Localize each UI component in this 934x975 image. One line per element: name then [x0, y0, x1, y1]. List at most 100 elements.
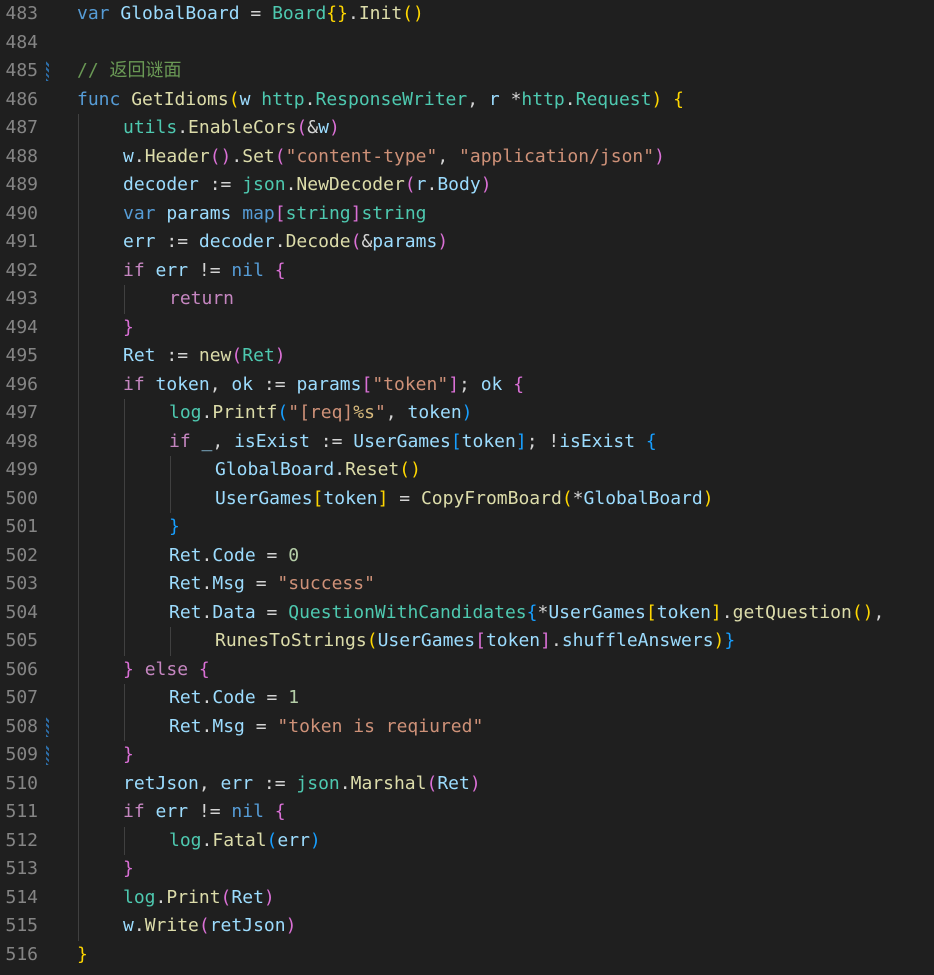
code-token: Print — [166, 886, 221, 908]
code-line[interactable]: 500 UserGames[token] = CopyFromBoard(*Glo… — [0, 484, 934, 513]
code-token: r — [488, 88, 500, 110]
code-token: "token" — [372, 373, 449, 395]
indent-guide — [124, 513, 125, 542]
code-token: = — [255, 544, 289, 566]
code-token: NewDecoder — [296, 174, 405, 195]
line-number: 510 — [5, 772, 38, 794]
code-token: . — [339, 772, 351, 794]
modified-line-marker[interactable] — [46, 61, 49, 81]
modified-line-marker[interactable] — [46, 716, 49, 737]
code-token: http — [521, 88, 565, 110]
code-token: new — [198, 345, 232, 366]
code-line[interactable]: 487 utils.EnableCors(&w) — [0, 114, 934, 143]
code-token: = — [255, 687, 289, 708]
code-line[interactable]: 484 — [0, 29, 934, 58]
code-text: } — [123, 741, 134, 770]
indent-guide — [78, 598, 79, 627]
code-token: retJson — [123, 772, 199, 794]
indent-guide — [78, 399, 79, 428]
code-token: , — [467, 88, 489, 110]
code-line[interactable]: 516} — [0, 941, 934, 970]
code-line[interactable]: 499 GlobalBoard.Reset() — [0, 456, 934, 485]
code-text: Ret.Data = QuestionWithCandidates{*UserG… — [169, 599, 884, 628]
line-number: 504 — [5, 601, 38, 623]
line-number: 499 — [5, 459, 38, 480]
code-line[interactable]: 495 Ret := new(Ret) — [0, 342, 934, 371]
code-line[interactable]: 490 var params map[string]string — [0, 199, 934, 228]
code-token: token — [323, 487, 378, 509]
code-token: getQuestion — [732, 601, 852, 623]
code-token: ( — [296, 117, 308, 138]
code-line[interactable]: 506} else { — [0, 655, 934, 684]
code-line[interactable]: 498 if _, isExist := UserGames[token]; !i… — [0, 427, 934, 457]
line-number: 506 — [5, 658, 38, 680]
indent-guide — [124, 570, 125, 599]
code-line[interactable]: 486 func GetIdioms(w http.ResponseWriter,… — [0, 86, 934, 115]
code-token: = — [255, 601, 289, 623]
code-token: [ — [274, 202, 286, 224]
code-token: Board — [272, 3, 327, 24]
code-line[interactable]: 485 // 返回谜面 — [0, 57, 934, 86]
code-token: Body — [437, 174, 481, 195]
code-line[interactable]: 496 if token, ok := params["token"]; ok { — [0, 370, 934, 399]
line-number: 516 — [5, 943, 38, 965]
code-line[interactable]: 493 return — [0, 285, 934, 314]
code-line[interactable]: 492 if err != nil { — [0, 256, 934, 285]
code-line[interactable]: 511 if err != nil { — [0, 798, 934, 827]
modified-line-marker[interactable] — [46, 745, 49, 765]
line-number: 494 — [5, 316, 38, 338]
code-text: } — [123, 855, 134, 884]
code-line[interactable]: 505 RunesToStrings(UserGames[token].shuff… — [0, 627, 934, 656]
code-token: Msg — [212, 573, 245, 594]
code-token: } — [123, 658, 134, 680]
code-editor[interactable]: 483 var GlobalBoard = Board{}.Init() 484 48… — [0, 0, 934, 975]
code-line[interactable]: 515 w.Write(retJson) — [0, 912, 934, 941]
code-token: map — [242, 202, 275, 224]
code-text: Ret.Code = 0 — [169, 542, 299, 571]
code-token: . — [133, 145, 145, 167]
code-line[interactable]: 502 Ret.Code = 0 — [0, 541, 934, 571]
code-token: ) — [461, 402, 473, 423]
code-token: // 返回谜面 — [77, 60, 182, 81]
code-token: string — [285, 202, 351, 224]
code-line[interactable]: 489 decoder := json.NewDecoder(r.Body) — [0, 171, 934, 200]
code-line[interactable]: 512 log.Fatal(err) — [0, 826, 934, 855]
line-number: 513 — [5, 858, 38, 879]
code-token: ( — [561, 487, 573, 509]
indent-guide — [78, 712, 79, 741]
line-number: 489 — [5, 174, 38, 195]
code-line[interactable]: 508 Ret.Msg = "token is reqiured" — [0, 712, 934, 741]
line-number: 500 — [5, 487, 38, 509]
code-token: ] — [350, 202, 362, 224]
code-line[interactable]: 513} — [0, 855, 934, 884]
code-token: ] — [448, 373, 460, 395]
code-token: * — [537, 601, 549, 623]
code-token: json — [296, 772, 340, 794]
code-line[interactable]: 510 retJson, err := json.Marshal(Ret) — [0, 769, 934, 798]
code-line[interactable]: 501} — [0, 513, 934, 542]
code-line[interactable]: 504 Ret.Data = QuestionWithCandidates{*Us… — [0, 598, 934, 628]
code-line[interactable]: 494} — [0, 313, 934, 342]
code-token: nil — [231, 801, 264, 822]
code-token: log — [169, 829, 202, 851]
code-line[interactable]: 491 err := decoder.Decode(&params) — [0, 228, 934, 257]
code-line[interactable]: 507 Ret.Code = 1 — [0, 684, 934, 713]
code-token: ( — [231, 345, 243, 366]
code-token: 0 — [288, 544, 300, 566]
code-token: var — [123, 202, 156, 224]
code-token: ( — [404, 174, 416, 195]
code-token: . — [426, 174, 438, 195]
code-line[interactable]: 509} — [0, 741, 934, 770]
code-text: if _, isExist := UserGames[token]; !isEx… — [169, 428, 657, 457]
code-line[interactable]: 503 Ret.Msg = "success" — [0, 570, 934, 599]
code-token: = — [239, 3, 273, 24]
code-token: := — [155, 231, 199, 252]
code-token: ] — [377, 487, 389, 509]
code-line[interactable]: 483 var GlobalBoard = Board{}.Init() — [0, 0, 934, 29]
code-token: decoder — [198, 231, 275, 252]
line-number: 497 — [5, 402, 38, 423]
code-line[interactable]: 497 log.Printf("[req]%s", token) — [0, 399, 934, 428]
code-line[interactable]: 488 w.Header().Set("content-type", "appli… — [0, 142, 934, 171]
code-line[interactable]: 514 log.Print(Ret) — [0, 883, 934, 912]
code-token: [ — [312, 487, 324, 509]
